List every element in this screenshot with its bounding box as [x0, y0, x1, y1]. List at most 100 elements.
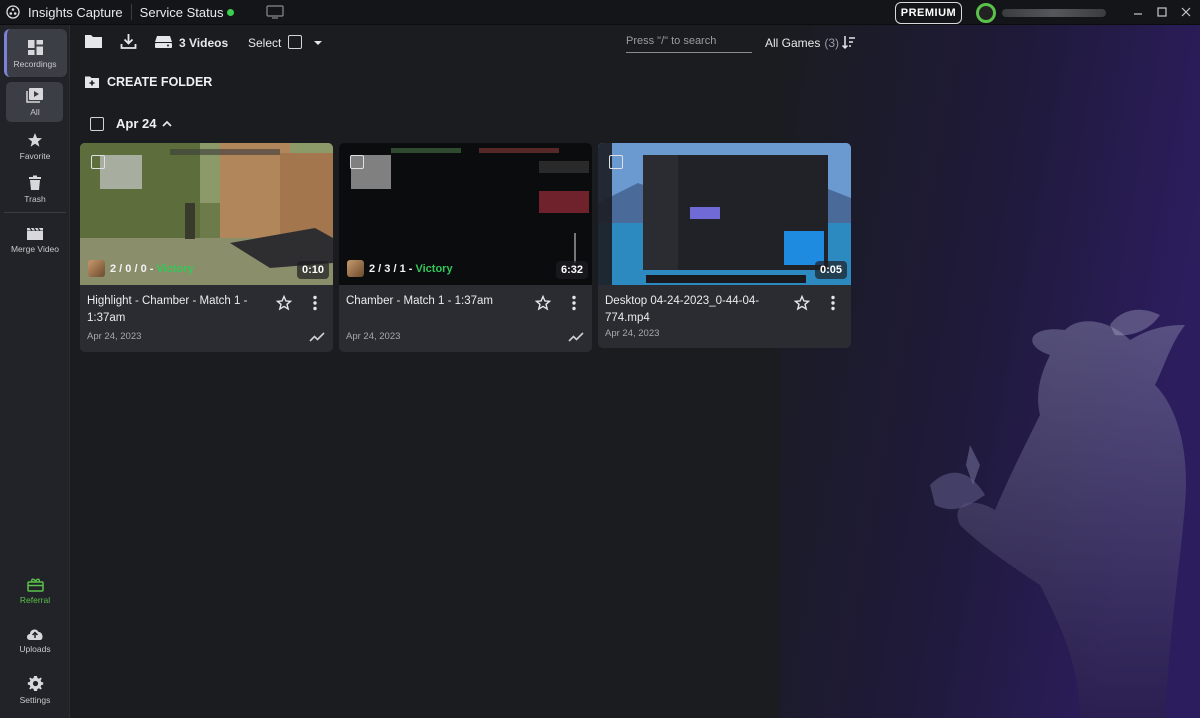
card-info: Chamber - Match 1 - 1:37am Apr 24, 2023 [339, 285, 592, 352]
video-title[interactable]: Highlight - Chamber - Match 1 - 1:37am [87, 293, 262, 327]
user-avatar[interactable] [976, 3, 996, 23]
user-name-redacted[interactable] [1002, 9, 1106, 17]
videos-count: 3 Videos [179, 36, 229, 50]
select-label[interactable]: Select [248, 36, 281, 50]
match-result: Victory [415, 262, 453, 275]
sidebar-item-uploads[interactable]: Uploads [0, 623, 70, 657]
match-stats: 2 / 0 / 0 - Victory [88, 260, 194, 277]
sort-icon[interactable] [841, 35, 856, 50]
sidebar-item-merge-video[interactable]: Merge Video [0, 223, 70, 257]
kda: 2 / 3 / 1 [369, 262, 406, 275]
more-options-icon[interactable] [313, 295, 317, 311]
card-info: Desktop 04-24-2023_0-44-04-774.mp4 Apr 2… [598, 285, 851, 348]
sidebar-item-label: Favorite [19, 150, 51, 161]
favorite-star-icon[interactable] [794, 295, 810, 311]
video-card[interactable]: 0:05 Desktop 04-24-2023_0-44-04-774.mp4 … [598, 143, 851, 348]
more-options-icon[interactable] [572, 295, 576, 311]
video-date: Apr 24, 2023 [605, 328, 660, 339]
sidebar-item-label: Settings [19, 695, 51, 705]
create-folder-label: CREATE FOLDER [107, 75, 213, 89]
close-icon[interactable] [1178, 4, 1194, 20]
video-date: Apr 24, 2023 [87, 331, 142, 342]
sidebar-item-all[interactable]: All [0, 85, 70, 119]
app-logo-icon [6, 5, 20, 19]
agent-portrait-icon [347, 260, 364, 277]
sidebar-item-favorite[interactable]: Favorite [0, 129, 70, 163]
video-thumbnail[interactable]: 2 / 0 / 0 - Victory 0:10 [80, 143, 333, 285]
app-title: Insights Capture [28, 4, 123, 20]
chevron-down-icon[interactable] [313, 40, 323, 46]
video-library-icon [26, 88, 43, 103]
folder-icon[interactable] [84, 33, 103, 50]
kda: 2 / 0 / 0 [110, 262, 147, 275]
sidebar-item-trash[interactable]: Trash [0, 172, 70, 206]
trending-icon[interactable] [568, 332, 584, 342]
trash-icon [29, 175, 41, 190]
video-date: Apr 24, 2023 [346, 331, 401, 342]
video-card[interactable]: 2 / 0 / 0 - Victory 0:10 Highlight - Cha… [80, 143, 333, 352]
grid-icon [27, 40, 43, 55]
title-separator [130, 4, 132, 20]
premium-button[interactable]: PREMIUM [895, 2, 962, 24]
clapperboard-icon [27, 227, 43, 240]
gear-icon [27, 676, 43, 691]
download-icon[interactable] [120, 33, 137, 50]
desktop-screenshot-image [598, 143, 851, 285]
agent-portrait-icon [88, 260, 105, 277]
games-filter[interactable]: All Games (3) [765, 36, 839, 50]
cloud-upload-icon [27, 629, 43, 640]
star-icon [28, 132, 42, 147]
date-group-checkbox[interactable] [90, 116, 104, 131]
card-info: Highlight - Chamber - Match 1 - 1:37am A… [80, 285, 333, 352]
video-title[interactable]: Desktop 04-24-2023_0-44-04-774.mp4 [605, 293, 795, 327]
trending-icon[interactable] [309, 332, 325, 342]
search-placeholder: Press "/" to search [626, 35, 717, 47]
storage-drive-icon [155, 36, 172, 48]
monitor-icon[interactable] [265, 5, 284, 19]
status-dot-icon [226, 8, 234, 16]
video-duration: 0:05 [814, 261, 847, 279]
date-group-header[interactable]: Apr 24 [90, 116, 173, 131]
sidebar-item-label: Uploads [19, 644, 51, 654]
create-folder-button[interactable]: CREATE FOLDER [84, 75, 212, 89]
match-stats: 2 / 3 / 1 - Victory [347, 260, 453, 277]
favorite-star-icon[interactable] [276, 295, 292, 311]
sidebar-divider [4, 212, 66, 213]
sidebar-item-label: Referral [19, 594, 51, 605]
sidebar-item-label: Merge Video [10, 244, 60, 254]
video-select-checkbox[interactable] [350, 155, 364, 169]
agent-background-art [780, 25, 1200, 718]
video-thumbnail[interactable]: 2 / 3 / 1 - Victory 6:32 [339, 143, 592, 285]
match-result: Victory [156, 262, 194, 275]
video-title[interactable]: Chamber - Match 1 - 1:37am [346, 293, 521, 310]
main-content: 3 Videos Select Press "/" to search All … [71, 25, 1200, 718]
video-duration: 6:32 [555, 261, 588, 279]
sidebar-item-referral[interactable]: Referral [0, 573, 70, 607]
games-filter-label: All Games [765, 36, 821, 50]
sidebar-item-label: All [30, 107, 40, 117]
select-all-checkbox[interactable] [288, 35, 302, 49]
video-card[interactable]: 2 / 3 / 1 - Victory 6:32 Chamber - Match… [339, 143, 592, 352]
more-options-icon[interactable] [831, 295, 835, 311]
sidebar: Recordings All Favorite Trash Merge Vide… [0, 25, 70, 718]
sidebar-item-recordings[interactable]: Recordings [0, 35, 70, 73]
folder-add-icon [85, 76, 99, 88]
service-status-label: Service Status [139, 4, 224, 20]
favorite-star-icon[interactable] [535, 295, 551, 311]
video-thumbnail[interactable]: 0:05 [598, 143, 851, 285]
title-bar: Insights Capture Service Status PREMIUM [0, 0, 1200, 25]
service-status[interactable]: Service Status [140, 5, 234, 20]
search-input[interactable]: Press "/" to search [626, 33, 752, 53]
maximize-icon[interactable] [1154, 4, 1170, 20]
gift-icon [26, 578, 44, 592]
minimize-icon[interactable] [1130, 4, 1146, 20]
video-select-checkbox[interactable] [609, 155, 623, 169]
sidebar-item-label: Recordings [13, 59, 57, 69]
games-count: (3) [824, 36, 840, 50]
chevron-up-icon[interactable] [162, 120, 173, 127]
video-select-checkbox[interactable] [91, 155, 105, 169]
date-group-label: Apr 24 [116, 116, 157, 131]
video-duration: 0:10 [296, 261, 329, 279]
sidebar-item-label: Trash [24, 193, 46, 204]
sidebar-item-settings[interactable]: Settings [0, 673, 70, 707]
